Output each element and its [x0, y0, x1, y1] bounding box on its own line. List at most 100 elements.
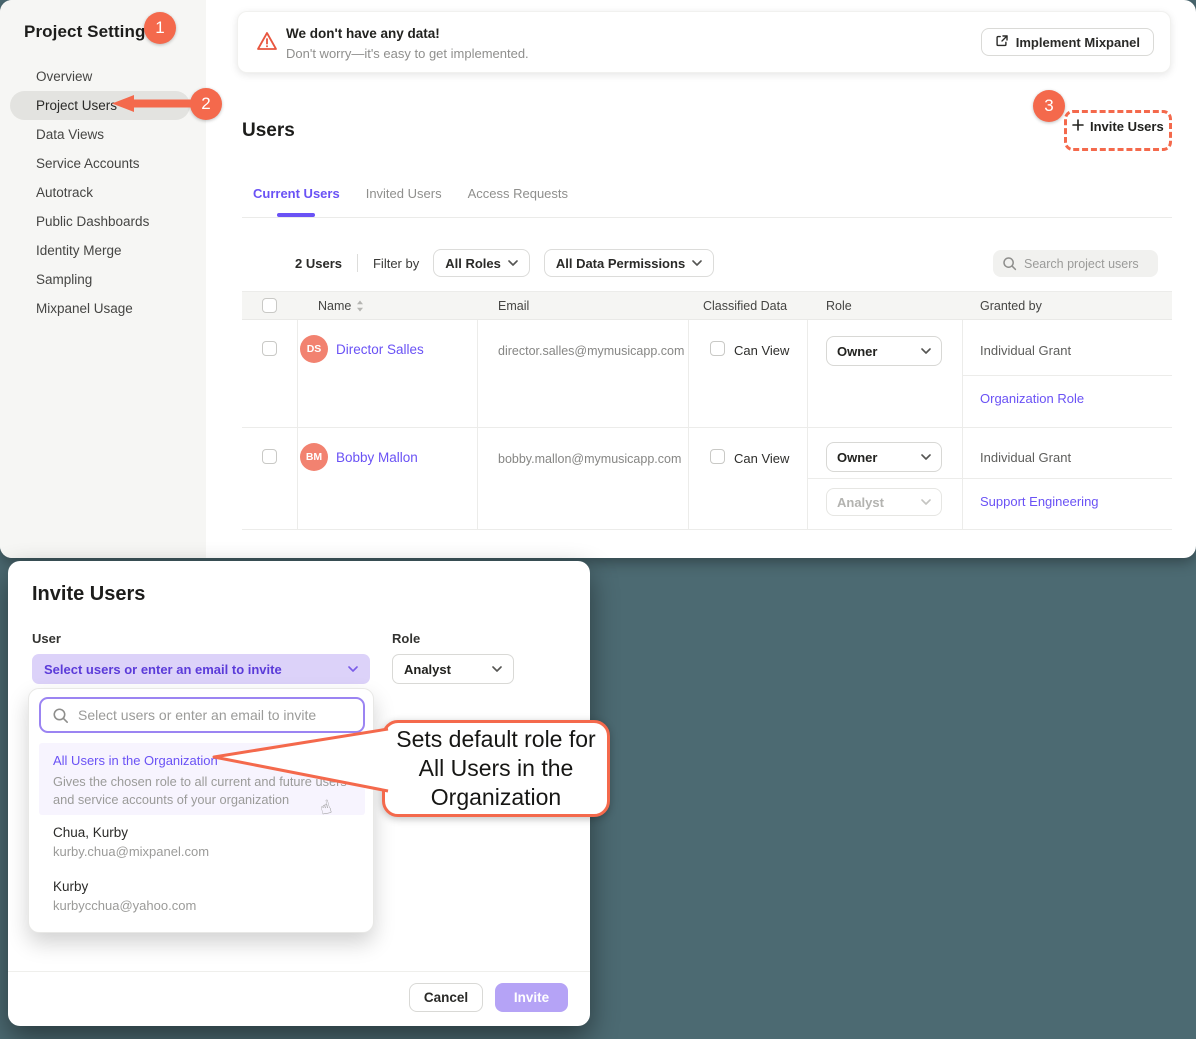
user-select-dropdown[interactable]: Select users or enter an email to invite	[32, 654, 370, 684]
modal-title: Invite Users	[32, 583, 145, 606]
sidebar-item-mixpanel-usage[interactable]: Mixpanel Usage	[0, 294, 206, 323]
all-roles-label: All Roles	[445, 256, 501, 271]
option-kurby[interactable]: Kurby kurbycchua@yahoo.com	[53, 879, 196, 913]
dropdown-search-input[interactable]	[78, 707, 348, 723]
role-select[interactable]: Owner	[826, 442, 942, 472]
can-view-checkbox[interactable]	[710, 341, 725, 356]
table-body: DS Director Salles director.salles@mymus…	[242, 320, 1172, 530]
avatar: BM	[300, 443, 328, 471]
annotation-callout: Sets default role for All Users in the O…	[382, 720, 610, 817]
sidebar-item-service-accounts[interactable]: Service Accounts	[0, 149, 206, 178]
user-count: 2 Users	[295, 256, 342, 271]
select-all-checkbox[interactable]	[262, 298, 277, 313]
search-project-users[interactable]	[993, 250, 1158, 277]
option-description: Gives the chosen role to all current and…	[53, 773, 359, 809]
sidebar-item-data-views[interactable]: Data Views	[0, 120, 206, 149]
option-chua-kurby[interactable]: Chua, Kurby kurby.chua@mixpanel.com	[53, 825, 209, 859]
all-data-permissions-label: All Data Permissions	[556, 256, 685, 271]
sidebar-title: Project Settings	[24, 22, 155, 42]
row-checkbox[interactable]	[262, 449, 277, 464]
table-header-row: Name Email Classified Data Role Granted …	[242, 291, 1172, 320]
chevron-down-icon	[348, 666, 358, 672]
invite-users-button[interactable]: Invite Users	[1072, 119, 1164, 134]
table-row-bobby-mallon: BM Bobby Mallon bobby.mallon@mymusicapp.…	[242, 428, 1172, 530]
option-title: Chua, Kurby	[53, 825, 209, 840]
users-tabs: Current Users Invited Users Access Reque…	[253, 186, 568, 215]
secondary-role-select-disabled: Analyst	[826, 488, 942, 516]
option-email: kurby.chua@mixpanel.com	[53, 844, 209, 859]
option-title: All Users in the Organization	[53, 753, 351, 768]
no-data-banner: We don't have any data! Don't worry—it's…	[237, 11, 1171, 73]
role-select-value: Analyst	[404, 662, 451, 677]
users-page-title: Users	[242, 120, 295, 142]
granted-by-value: Individual Grant	[980, 450, 1071, 465]
banner-title: We don't have any data!	[286, 26, 440, 41]
warning-icon	[255, 29, 279, 58]
option-title: Kurby	[53, 879, 196, 894]
support-engineering-link[interactable]: Support Engineering	[980, 494, 1099, 509]
invite-button[interactable]: Invite	[495, 983, 568, 1012]
user-email: bobby.mallon@mymusicapp.com	[498, 452, 681, 466]
plus-icon	[1072, 119, 1084, 134]
external-link-icon	[995, 34, 1009, 51]
page-background: Project Settings Overview Project Users …	[0, 0, 1196, 1039]
row-checkbox[interactable]	[262, 341, 277, 356]
invite-users-label: Invite Users	[1090, 119, 1164, 134]
tab-invited-users[interactable]: Invited Users	[366, 186, 442, 215]
table-row-director-salles: DS Director Salles director.salles@mymus…	[242, 320, 1172, 428]
search-input[interactable]	[1024, 257, 1144, 271]
filter-bar: 2 Users Filter by All Roles All Data Per…	[295, 248, 728, 278]
column-header-name[interactable]: Name	[318, 299, 364, 313]
tabs-divider	[242, 217, 1172, 218]
user-select-value: Select users or enter an email to invite	[44, 662, 282, 677]
user-field-label: User	[32, 631, 61, 646]
project-settings-window: Project Settings Overview Project Users …	[0, 0, 1196, 558]
can-view-label: Can View	[734, 451, 789, 466]
grant-divider	[962, 375, 1172, 376]
role-select[interactable]: Owner	[826, 336, 942, 366]
user-name-link[interactable]: Director Salles	[336, 342, 424, 357]
chevron-down-icon	[921, 348, 931, 354]
user-name-link[interactable]: Bobby Mallon	[336, 450, 418, 465]
option-all-users-organization[interactable]: All Users in the Organization Gives the …	[39, 743, 365, 815]
can-view-label: Can View	[734, 343, 789, 358]
column-header-classified-data: Classified Data	[703, 299, 787, 313]
sidebar-item-identity-merge[interactable]: Identity Merge	[0, 236, 206, 265]
column-header-role: Role	[826, 299, 852, 313]
grant-divider	[807, 478, 1172, 479]
sidebar-item-public-dashboards[interactable]: Public Dashboards	[0, 207, 206, 236]
all-roles-filter[interactable]: All Roles	[433, 249, 530, 277]
sidebar-item-autotrack[interactable]: Autotrack	[0, 178, 206, 207]
annotation-badge-1: 1	[144, 12, 176, 44]
sort-icon	[356, 300, 364, 312]
modal-footer-divider	[8, 971, 590, 972]
can-view-checkbox[interactable]	[710, 449, 725, 464]
sidebar-item-sampling[interactable]: Sampling	[0, 265, 206, 294]
settings-sidebar: Project Settings Overview Project Users …	[0, 0, 206, 558]
chevron-down-icon	[692, 260, 702, 266]
cancel-button[interactable]: Cancel	[409, 983, 483, 1012]
user-email: director.salles@mymusicapp.com	[498, 344, 684, 358]
banner-subtitle: Don't worry—it's easy to get implemented…	[286, 46, 529, 61]
implement-mixpanel-button[interactable]: Implement Mixpanel	[981, 28, 1154, 56]
role-select-dropdown[interactable]: Analyst	[392, 654, 514, 684]
annotation-badge-3: 3	[1033, 90, 1065, 122]
users-table: Name Email Classified Data Role Granted …	[242, 291, 1172, 530]
sidebar-item-overview[interactable]: Overview	[0, 62, 206, 91]
chevron-down-icon	[921, 454, 931, 460]
all-data-permissions-filter[interactable]: All Data Permissions	[544, 249, 714, 277]
column-header-email: Email	[498, 299, 529, 313]
tab-access-requests[interactable]: Access Requests	[468, 186, 568, 215]
chevron-down-icon	[492, 666, 502, 672]
avatar: DS	[300, 335, 328, 363]
option-email: kurbycchua@yahoo.com	[53, 898, 196, 913]
search-icon	[1002, 256, 1017, 271]
granted-by-value: Individual Grant	[980, 343, 1071, 358]
role-field-label: Role	[392, 631, 420, 646]
tab-current-users[interactable]: Current Users	[253, 186, 340, 215]
organization-role-link[interactable]: Organization Role	[980, 391, 1084, 406]
chevron-down-icon	[921, 499, 931, 505]
annotation-arrow-icon	[110, 94, 202, 113]
search-icon	[52, 707, 69, 724]
dropdown-search[interactable]	[39, 697, 365, 733]
